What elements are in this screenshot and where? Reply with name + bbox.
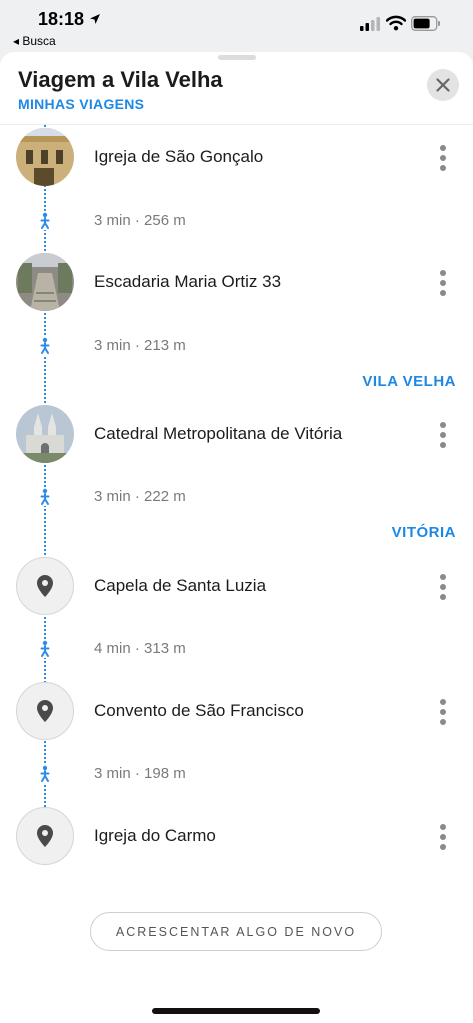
stop-item[interactable]: Escadaria Maria Ortiz 33 [0, 253, 473, 315]
location-arrow-icon [90, 14, 100, 24]
home-indicator[interactable] [152, 1008, 320, 1014]
walking-person-icon [37, 337, 53, 355]
stop-name: Igreja de São Gonçalo [94, 147, 264, 166]
header-divider [0, 124, 473, 125]
stop-photo-thumbnail [16, 253, 74, 311]
my-trips-link[interactable]: MINHAS VIAGENS [18, 96, 144, 112]
stop-pin-avatar [16, 807, 74, 865]
stop-name: Escadaria Maria Ortiz 33 [94, 272, 282, 291]
more-options-icon[interactable] [436, 422, 450, 448]
map-pin-icon [37, 575, 53, 597]
stop-photo-thumbnail [16, 405, 74, 463]
walk-duration-distance: 4 min · 313 m [94, 640, 186, 657]
more-options-icon[interactable] [436, 270, 450, 296]
stop-name: Igreja do Carmo [94, 826, 216, 845]
walk-duration-distance: 3 min · 198 m [94, 765, 186, 782]
status-bar: 18:18 ◂ Busca [0, 0, 473, 52]
walking-segment: 4 min · 313 m [0, 638, 473, 662]
more-options-icon[interactable] [436, 145, 450, 171]
walking-segment: 3 min · 222 m [0, 486, 473, 510]
more-options-icon[interactable] [436, 824, 450, 850]
walking-segment: 3 min · 213 m [0, 335, 473, 359]
stop-item[interactable]: Catedral Metropolitana de Vitória [0, 405, 473, 467]
walking-person-icon [37, 765, 53, 783]
stop-name: Capela de Santa Luzia [94, 576, 267, 595]
stop-item[interactable]: Igreja de São Gonçalo [0, 128, 473, 190]
stop-item[interactable]: Igreja do Carmo [0, 807, 473, 869]
more-options-icon[interactable] [436, 699, 450, 725]
close-icon [436, 78, 450, 92]
city-section-label: VILA VELHA [362, 373, 456, 390]
trip-sheet: Viagem a Vila Velha MINHAS VIAGENS Igrej… [0, 52, 473, 1023]
map-pin-icon [37, 825, 53, 847]
walk-duration-distance: 3 min · 222 m [94, 488, 186, 505]
more-options-icon[interactable] [436, 574, 450, 600]
stop-item[interactable]: Convento de São Francisco [0, 682, 473, 744]
stop-pin-avatar [16, 682, 74, 740]
stop-photo-thumbnail [16, 128, 74, 186]
back-to-app-link[interactable]: ◂ Busca [13, 34, 56, 48]
walk-duration-distance: 3 min · 256 m [94, 212, 186, 229]
walking-segment: 3 min · 198 m [0, 763, 473, 787]
stop-name: Convento de São Francisco [94, 701, 304, 720]
close-button[interactable] [427, 69, 459, 101]
battery-icon [411, 16, 440, 31]
clock: 18:18 [38, 9, 85, 29]
add-something-new-button[interactable]: ACRESCENTAR ALGO DE NOVO [90, 912, 382, 951]
stop-name: Catedral Metropolitana de Vitória [94, 424, 343, 443]
walk-duration-distance: 3 min · 213 m [94, 337, 186, 354]
stop-item[interactable]: Capela de Santa Luzia [0, 557, 473, 619]
wifi-icon [386, 15, 406, 31]
trip-title: Viagem a Vila Velha [18, 67, 223, 92]
walking-segment: 3 min · 256 m [0, 210, 473, 234]
walking-person-icon [37, 212, 53, 230]
city-section-label: VITÓRIA [391, 524, 456, 541]
stop-pin-avatar [16, 557, 74, 615]
cellular-signal-icon [360, 17, 380, 31]
map-pin-icon [37, 700, 53, 722]
walking-person-icon [37, 488, 53, 506]
walking-person-icon [37, 640, 53, 658]
sheet-grabber[interactable] [218, 55, 256, 60]
